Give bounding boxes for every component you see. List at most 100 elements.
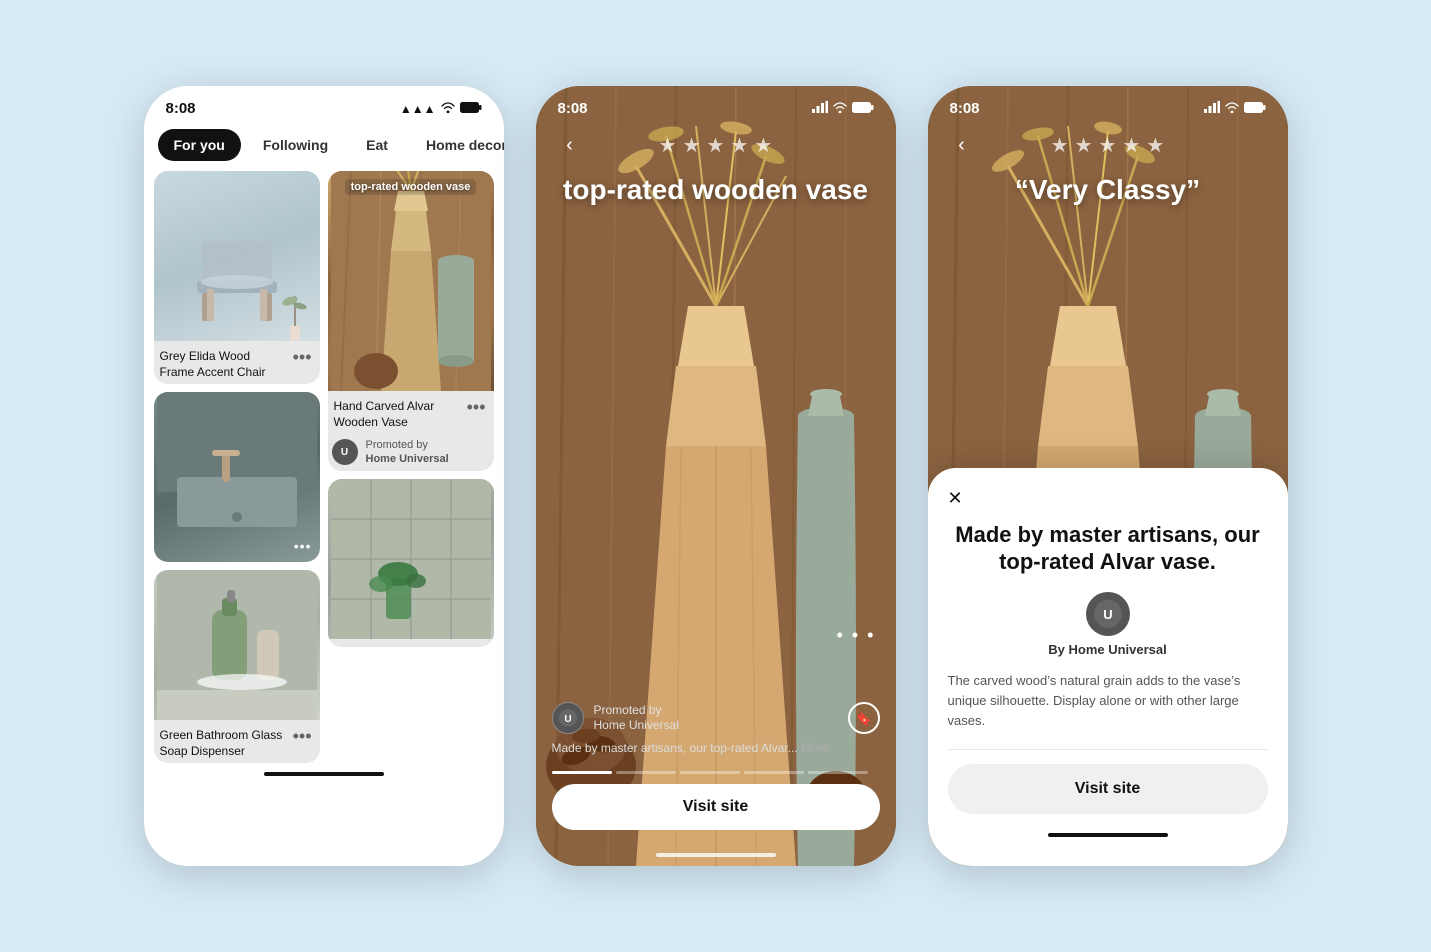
star-1: ★ xyxy=(659,133,677,158)
pin-chair-more[interactable]: ••• xyxy=(289,345,316,370)
three-dots-2[interactable]: • • • xyxy=(837,625,876,646)
promoted-avatar-1: U xyxy=(332,439,358,465)
visit-site-button-2[interactable]: Visit site xyxy=(552,784,880,830)
pin-vase-info: Hand Carved Alvar Wooden Vase ••• xyxy=(328,391,494,434)
tab-home-decor[interactable]: Home decor xyxy=(410,129,504,161)
pin-soap-label: Green Bathroom Glass Soap Dispenser xyxy=(158,724,289,761)
pin-chair[interactable]: Grey Elida Wood Frame Accent Chair ••• xyxy=(154,171,320,384)
status-bar-1: 8:08 ▲▲▲ xyxy=(144,86,504,123)
phone-2: 8:08 ‹ ★ ★ xyxy=(536,86,896,866)
star-3: ★ xyxy=(707,133,725,158)
svg-text:U: U xyxy=(1103,607,1112,622)
detail-header-2: ‹ ★ ★ ★ ★ ★ xyxy=(536,123,896,163)
phone2-bottom: U Promoted by Home Universal 🔖 Made by m… xyxy=(536,690,896,866)
star-3-1: ★ xyxy=(1051,133,1069,158)
battery-icon-3 xyxy=(1244,102,1266,116)
modal-title: Made by master artisans, our top-rated A… xyxy=(948,521,1268,576)
pin-soap-image xyxy=(154,570,320,720)
bookmark-button[interactable]: 🔖 xyxy=(848,702,880,734)
battery-icon-2 xyxy=(852,102,874,116)
progress-seg-4 xyxy=(744,771,804,774)
home-bar-line-2 xyxy=(656,853,776,857)
more-link[interactable]: More xyxy=(801,741,830,755)
pin-soap-more[interactable]: ••• xyxy=(289,724,316,749)
status-bar-3: 8:08 xyxy=(928,86,1288,123)
tab-for-you[interactable]: For you xyxy=(158,129,241,161)
pin-sink-image: ••• xyxy=(154,392,320,562)
status-time-2: 8:08 xyxy=(558,100,588,117)
pin-vase-label: Hand Carved Alvar Wooden Vase xyxy=(332,395,463,432)
sink-dots: ••• xyxy=(294,538,312,554)
phone-3: 8:08 ‹ ★ ★ xyxy=(928,86,1288,866)
pin-vase-image: top-rated wooden vase xyxy=(328,171,494,391)
pin-vase-title-overlay: top-rated wooden vase xyxy=(345,179,477,195)
home-bar-line-3 xyxy=(1048,833,1168,837)
promoted-row-detail: U Promoted by Home Universal 🔖 xyxy=(536,690,896,734)
visit-btn-container-2: Visit site xyxy=(536,774,896,844)
progress-bar-2 xyxy=(536,767,896,774)
pin-title-3: “Very Classy” xyxy=(928,163,1288,207)
star-5: ★ xyxy=(754,133,772,158)
star-3-2: ★ xyxy=(1075,133,1093,158)
pin-soap[interactable]: Green Bathroom Glass Soap Dispenser ••• xyxy=(154,570,320,763)
home-bar-3 xyxy=(948,824,1268,846)
status-icons-2 xyxy=(812,101,874,116)
status-icons-1: ▲▲▲ xyxy=(400,102,482,116)
modal-brand-label: By Home Universal xyxy=(1048,642,1167,657)
back-button-2[interactable]: ‹ xyxy=(552,127,588,163)
signal-icon-2 xyxy=(812,101,828,116)
home-bar-1 xyxy=(144,763,504,785)
pin-sink[interactable]: ••• xyxy=(154,392,320,562)
pin-vase[interactable]: 3 xyxy=(328,171,494,471)
pin-tiles-image xyxy=(328,479,494,639)
nav-tabs: For you Following Eat Home decor xyxy=(144,123,504,171)
pin-vase-more[interactable]: ••• xyxy=(463,395,490,420)
wifi-icon xyxy=(441,102,455,116)
svg-text:U: U xyxy=(564,714,571,725)
pin-soap-info: Green Bathroom Glass Soap Dispenser ••• xyxy=(154,720,320,763)
pin-tiles-more[interactable] xyxy=(328,639,494,647)
status-icons-3 xyxy=(1204,101,1266,116)
pin-grid: Grey Elida Wood Frame Accent Chair ••• xyxy=(144,171,504,763)
home-bar-line-1 xyxy=(264,772,384,776)
promoted-text-detail: Promoted by Home Universal xyxy=(594,703,838,734)
star-4: ★ xyxy=(730,133,748,158)
home-bar-2 xyxy=(536,844,896,866)
masonry-col-2: 3 xyxy=(328,171,494,763)
progress-seg-3 xyxy=(680,771,740,774)
pin-tiles[interactable] xyxy=(328,479,494,647)
modal-description: The carved wood’s natural grain adds to … xyxy=(948,671,1268,731)
wifi-icon-2 xyxy=(833,102,847,116)
star-2: ★ xyxy=(683,133,701,158)
modal-brand-row: U By Home Universal xyxy=(948,592,1268,657)
status-time-1: 8:08 xyxy=(166,100,196,117)
detail-header-3: ‹ ★ ★ ★ ★ ★ xyxy=(928,123,1288,163)
promoted-avatar-detail: U xyxy=(552,702,584,734)
star-3-3: ★ xyxy=(1099,133,1117,158)
pin-chair-info: Grey Elida Wood Frame Accent Chair ••• xyxy=(154,341,320,384)
modal-card: ✕ Made by master artisans, our top-rated… xyxy=(928,468,1288,866)
signal-icon: ▲▲▲ xyxy=(400,102,436,116)
wifi-icon-3 xyxy=(1225,102,1239,116)
tab-following[interactable]: Following xyxy=(247,129,344,161)
modal-brand-avatar: U xyxy=(1086,592,1130,636)
battery-icon xyxy=(460,102,482,116)
progress-seg-2 xyxy=(616,771,676,774)
star-3-4: ★ xyxy=(1122,133,1140,158)
back-button-3[interactable]: ‹ xyxy=(944,127,980,163)
signal-icon-3 xyxy=(1204,101,1220,116)
pin-chair-label: Grey Elida Wood Frame Accent Chair xyxy=(158,345,289,382)
status-bar-2: 8:08 xyxy=(536,86,896,123)
phone-1: 8:08 ▲▲▲ For you Following xyxy=(144,86,504,866)
stars-row-3: ★ ★ ★ ★ ★ xyxy=(980,133,1236,158)
progress-seg-5 xyxy=(808,771,868,774)
pin-chair-image xyxy=(154,171,320,341)
tab-eat[interactable]: Eat xyxy=(350,129,404,161)
visit-site-button-3[interactable]: Visit site xyxy=(948,764,1268,814)
description-2: Made by master artisans, our top-rated A… xyxy=(536,734,896,767)
modal-close-button[interactable]: ✕ xyxy=(948,488,963,509)
masonry-col-1: Grey Elida Wood Frame Accent Chair ••• xyxy=(154,171,320,763)
pin-vase-promoted: U Promoted byHome Universal xyxy=(328,434,494,471)
star-3-5: ★ xyxy=(1146,133,1164,158)
pin-title-2: top-rated wooden vase xyxy=(536,163,896,207)
